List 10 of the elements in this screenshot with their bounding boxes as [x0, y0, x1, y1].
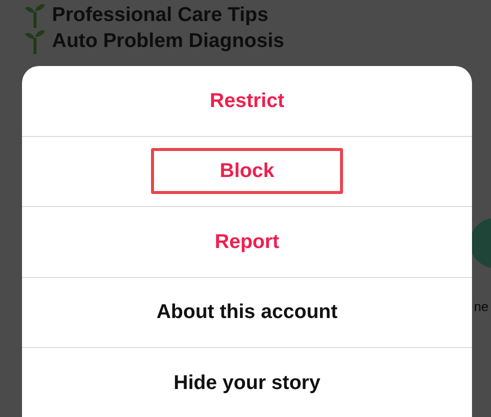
side-label: ne [474, 300, 488, 313]
menu-option[interactable]: Block [151, 148, 343, 194]
feature-text: Professional Care Tips [52, 5, 268, 25]
menu-option[interactable]: Report [151, 218, 343, 265]
sprout-icon [24, 28, 46, 54]
feature-text: Auto Problem Diagnosis [52, 31, 284, 51]
sprout-icon [24, 2, 46, 28]
menu-option[interactable]: About this account [143, 289, 351, 336]
menu-option[interactable]: Restrict [151, 78, 343, 124]
menu-option[interactable]: Hide your story [160, 360, 334, 406]
